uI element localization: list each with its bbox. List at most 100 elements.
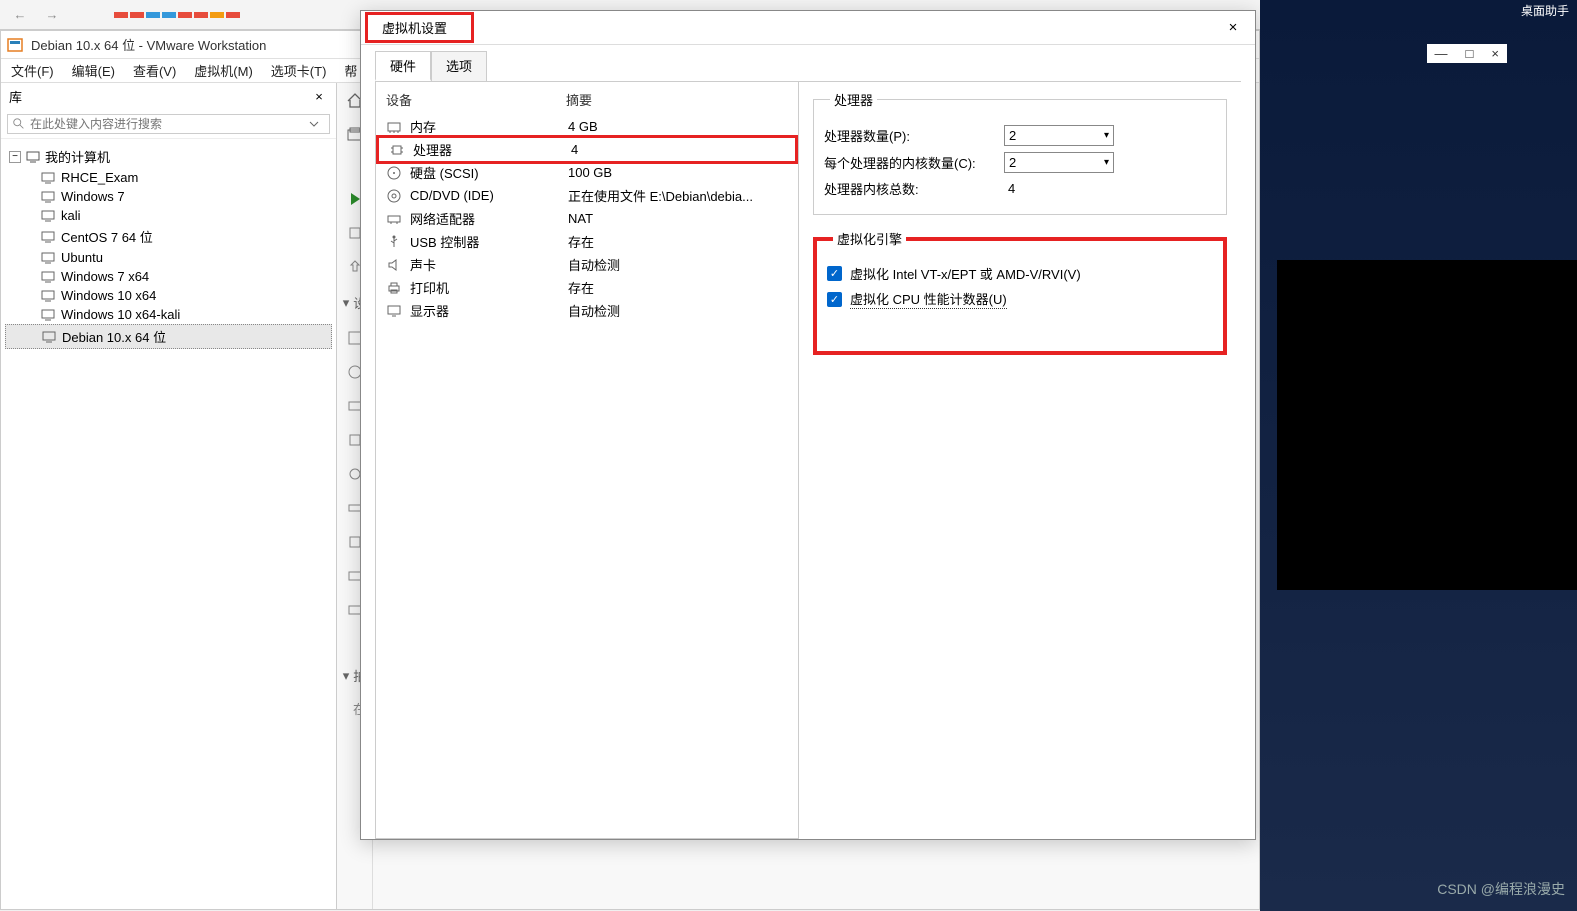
device-name: USB 控制器 — [410, 232, 560, 251]
vm-icon — [41, 289, 55, 303]
device-row[interactable]: 处理器 4 — [376, 135, 798, 164]
computer-icon — [25, 149, 41, 165]
vm-settings-dialog: 虚拟机设置 × 硬件 选项 设备 摘要 内存4 GB处理器4硬盘 (SCSI)1… — [360, 10, 1256, 840]
printer-icon — [386, 280, 402, 296]
tree-root[interactable]: − 我的计算机 — [5, 145, 332, 168]
tree-item-label: CentOS 7 64 位 — [61, 227, 153, 246]
watermark: CSDN @编程浪漫史 — [1437, 879, 1565, 899]
dialog-title: 虚拟机设置 — [382, 21, 447, 36]
menu-edit[interactable]: 编辑(E) — [72, 61, 115, 80]
dialog-close-button[interactable]: × — [1221, 16, 1245, 40]
menu-vm[interactable]: 虚拟机(M) — [194, 61, 253, 80]
device-row[interactable]: 声卡自动检测 — [376, 253, 798, 276]
processors-legend: 处理器 — [830, 90, 877, 109]
sound-icon — [386, 257, 402, 273]
tree-item-label: Windows 7 — [61, 189, 125, 204]
sidebar: 库 × − 我的计算机 RHCE_Exam Windows 7 kali CentOS… — [1, 83, 337, 909]
num-processors-select[interactable]: 2 ▾ — [1004, 125, 1114, 146]
menu-help[interactable]: 帮 — [344, 61, 357, 80]
device-name: CD/DVD (IDE) — [410, 188, 560, 203]
tree-item[interactable]: Windows 10 x64 — [5, 286, 332, 305]
vmware-icon — [7, 37, 23, 53]
device-list-header: 设备 摘要 — [376, 88, 798, 115]
vm-icon — [41, 251, 55, 265]
search-input[interactable] — [30, 117, 307, 131]
menu-view[interactable]: 查看(V) — [133, 61, 176, 80]
menu-file[interactable]: 文件(F) — [11, 61, 54, 80]
virtualization-legend: 虚拟化引擎 — [833, 229, 906, 248]
header-device: 设备 — [386, 90, 566, 109]
device-summary: 自动检测 — [568, 301, 788, 320]
dialog-title-highlight: 虚拟机设置 — [365, 12, 474, 43]
tree-item[interactable]: CentOS 7 64 位 — [5, 225, 332, 248]
hdd-icon — [386, 165, 402, 181]
tree-item[interactable]: kali — [5, 206, 332, 225]
sidebar-close-button[interactable]: × — [310, 88, 328, 106]
tree-item[interactable]: Windows 7 x64 — [5, 267, 332, 286]
device-name: 显示器 — [410, 301, 560, 320]
total-cores-value: 4 — [1008, 181, 1015, 196]
dark-panel — [1277, 260, 1577, 590]
vt-checkbox[interactable]: ✓ — [827, 266, 842, 281]
device-summary: 4 GB — [568, 119, 788, 134]
cores-per-processor-value: 2 — [1009, 155, 1016, 170]
cd-icon — [386, 188, 402, 204]
device-name: 打印机 — [410, 278, 560, 297]
device-row[interactable]: 硬盘 (SCSI)100 GB — [376, 161, 798, 184]
tree-item-label: Windows 10 x64-kali — [61, 307, 180, 322]
sidebar-search[interactable] — [7, 114, 330, 134]
tree-item[interactable]: Windows 10 x64-kali — [5, 305, 332, 324]
device-summary: 存在 — [568, 232, 788, 251]
device-summary: 正在使用文件 E:\Debian\debia... — [568, 186, 788, 205]
memory-icon — [386, 119, 402, 135]
tab-color-strip — [114, 12, 240, 18]
tree-item[interactable]: Ubuntu — [5, 248, 332, 267]
sidebar-title: 库 — [9, 87, 22, 106]
vm-icon — [41, 270, 55, 284]
device-row[interactable]: 打印机存在 — [376, 276, 798, 299]
device-summary: NAT — [568, 211, 788, 226]
vm-icon — [41, 209, 55, 223]
tree-item-label: Windows 7 x64 — [61, 269, 149, 284]
tab-hardware[interactable]: 硬件 — [375, 51, 431, 81]
usb-icon — [386, 234, 402, 250]
device-row[interactable]: 网络适配器NAT — [376, 207, 798, 230]
perf-checkbox[interactable]: ✓ — [827, 292, 842, 307]
vm-tree: − 我的计算机 RHCE_Exam Windows 7 kali CentOS 7 6… — [1, 138, 336, 909]
device-row[interactable]: CD/DVD (IDE) 正在使用文件 E:\Debian\debia... — [376, 184, 798, 207]
vm-icon — [41, 230, 55, 244]
chevron-down-icon: ▾ — [1104, 157, 1109, 168]
chevron-down-icon[interactable] — [307, 117, 321, 131]
processors-fieldset: 处理器 处理器数量(P): 2 ▾ 每个处理器的内核数量(C): 2 ▾ — [813, 90, 1227, 215]
tree-item[interactable]: Windows 7 — [5, 187, 332, 206]
header-summary: 摘要 — [566, 90, 592, 109]
vm-icon — [41, 190, 55, 204]
display-icon — [386, 303, 402, 319]
tree-collapse-icon[interactable]: − — [9, 151, 21, 163]
device-row[interactable]: USB 控制器存在 — [376, 230, 798, 253]
tree-item-label: RHCE_Exam — [61, 170, 138, 185]
device-row[interactable]: 显示器自动检测 — [376, 299, 798, 322]
minimize-button[interactable]: — — [1435, 46, 1448, 61]
close-button[interactable]: × — [1491, 46, 1499, 61]
forward-button[interactable]: → — [42, 5, 62, 25]
vm-icon — [41, 171, 55, 185]
cores-per-processor-select[interactable]: 2 ▾ — [1004, 152, 1114, 173]
tree-item-label: kali — [61, 208, 81, 223]
total-cores-label: 处理器内核总数: — [824, 179, 1004, 198]
device-summary: 4 — [571, 142, 785, 157]
tab-options[interactable]: 选项 — [431, 51, 487, 81]
device-name: 处理器 — [413, 140, 563, 159]
tree-item[interactable]: RHCE_Exam — [5, 168, 332, 187]
tree-item[interactable]: Debian 10.x 64 位 — [5, 324, 332, 349]
device-name: 硬盘 (SCSI) — [410, 163, 560, 182]
back-button[interactable]: ← — [10, 5, 30, 25]
tree-item-label: Ubuntu — [61, 250, 103, 265]
menu-tabs[interactable]: 选项卡(T) — [271, 61, 327, 80]
perf-label: 虚拟化 CPU 性能计数器(U) — [850, 289, 1007, 309]
desktop-assistant-label[interactable]: 桌面助手 — [1521, 2, 1569, 19]
maximize-button[interactable]: □ — [1466, 46, 1474, 61]
vmware-title: Debian 10.x 64 位 - VMware Workstation — [31, 35, 266, 54]
cores-per-processor-label: 每个处理器的内核数量(C): — [824, 153, 1004, 172]
num-processors-value: 2 — [1009, 128, 1016, 143]
